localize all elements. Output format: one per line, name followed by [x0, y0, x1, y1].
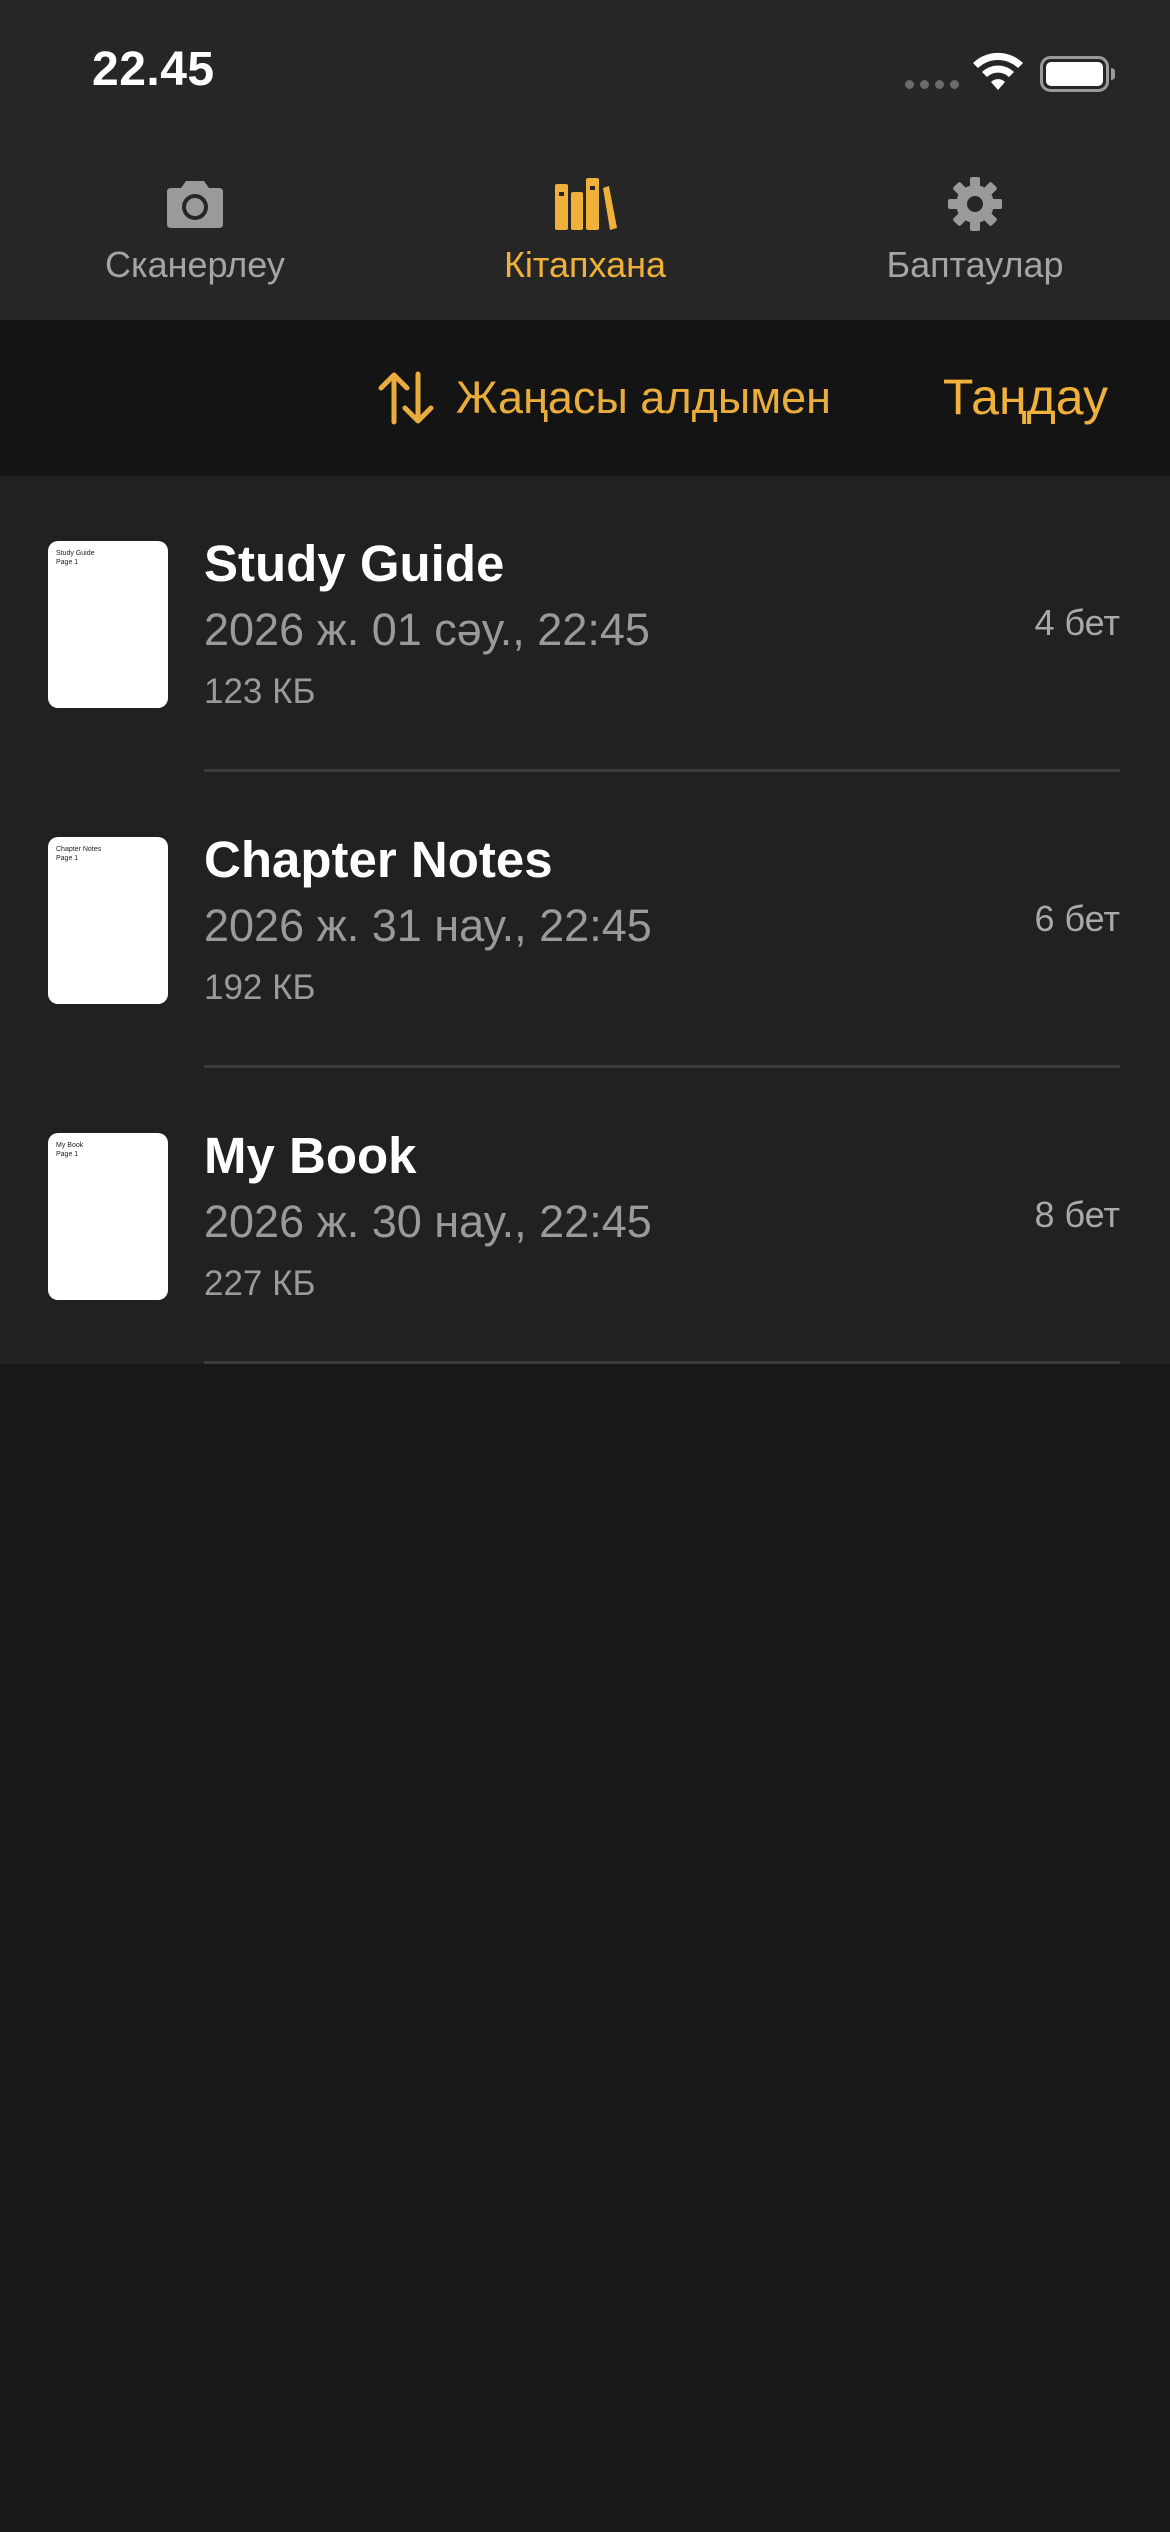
document-size: 123 КБ — [204, 672, 316, 711]
document-list: Study Guide Page 1 Study Guide 2026 ж. 0… — [0, 476, 1170, 1364]
document-thumbnail: Chapter Notes Page 1 — [48, 837, 168, 1004]
camera-icon — [167, 181, 223, 228]
thumbnail-text: Study Guide Page 1 — [56, 550, 95, 566]
tab-settings[interactable]: Баптаулар — [780, 140, 1170, 320]
document-size: 227 КБ — [204, 1264, 316, 1303]
tab-library[interactable]: Кітапхана — [390, 140, 780, 320]
document-thumbnail: Study Guide Page 1 — [48, 541, 168, 708]
document-row[interactable]: Study Guide Page 1 Study Guide 2026 ж. 0… — [0, 476, 1170, 772]
document-title: Chapter Notes — [204, 831, 553, 888]
document-page-count: 8 бет — [1034, 1194, 1120, 1235]
library-toolbar: Жаңасы алдымен Таңдау — [0, 320, 1170, 476]
document-page-count: 6 бет — [1034, 898, 1120, 939]
document-title: Study Guide — [204, 535, 505, 592]
books-icon — [555, 178, 617, 230]
gear-icon — [948, 177, 1002, 231]
document-date: 2026 ж. 01 сәу., 22:45 — [204, 604, 650, 655]
document-thumbnail: My Book Page 1 — [48, 1133, 168, 1300]
document-page-count: 4 бет — [1034, 602, 1120, 643]
tab-scan[interactable]: Сканерлеу — [0, 140, 390, 320]
document-row[interactable]: Chapter Notes Page 1 Chapter Notes 2026 … — [0, 772, 1170, 1068]
sort-label: Жаңасы алдымен — [456, 372, 832, 423]
document-date: 2026 ж. 30 нау., 22:45 — [204, 1196, 652, 1247]
cellular-signal-icon — [905, 80, 959, 89]
document-date: 2026 ж. 31 нау., 22:45 — [204, 900, 652, 951]
sort-arrows-icon — [378, 371, 434, 425]
sort-button[interactable]: Жаңасы алдымен — [376, 368, 831, 428]
thumbnail-text: My Book Page 1 — [56, 1142, 84, 1158]
top-tab-bar: Сканерлеу Кітапхана Баптаулар — [0, 140, 1170, 320]
document-title: My Book — [204, 1127, 417, 1184]
tab-library-label: Кітапхана — [503, 244, 667, 285]
row-divider — [204, 1361, 1120, 1364]
status-bar: 22.45 — [0, 0, 1170, 140]
status-time: 22.45 — [92, 43, 215, 96]
thumbnail-text: Chapter Notes Page 1 — [56, 846, 102, 862]
tab-settings-label: Баптаулар — [886, 244, 1064, 285]
select-button[interactable]: Таңдау — [943, 368, 1108, 426]
document-row[interactable]: My Book Page 1 My Book 2026 ж. 30 нау., … — [0, 1068, 1170, 1364]
document-size: 192 КБ — [204, 968, 316, 1007]
battery-icon — [1040, 56, 1115, 92]
wifi-icon — [973, 52, 1023, 90]
tab-scan-label: Сканерлеу — [105, 244, 285, 285]
